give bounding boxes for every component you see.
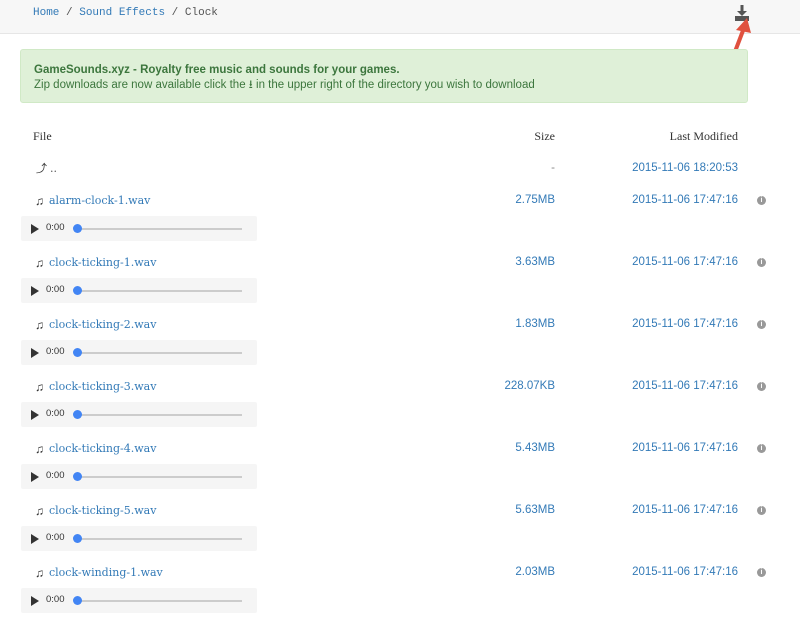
audio-time: 0:00 xyxy=(46,594,65,605)
music-note-icon: ♫ xyxy=(35,504,44,518)
music-note-icon: ♫ xyxy=(35,194,44,208)
parent-size: - xyxy=(551,162,555,174)
file-size: 228.07KB xyxy=(504,380,555,392)
audio-seek-bar[interactable] xyxy=(77,290,242,292)
audio-player: 0:00 xyxy=(21,588,257,613)
header-file[interactable]: File xyxy=(33,129,52,144)
info-icon[interactable]: i xyxy=(757,568,766,577)
audio-time: 0:00 xyxy=(46,470,65,481)
audio-seek-handle[interactable] xyxy=(73,410,82,419)
audio-seek-bar[interactable] xyxy=(77,476,242,478)
parent-directory-icon: ⤴ xyxy=(36,163,47,175)
audio-seek-handle[interactable] xyxy=(73,534,82,543)
alert-text-after: in the upper right of the directory you … xyxy=(256,79,535,91)
file-size: 5.63MB xyxy=(515,504,555,516)
audio-seek-handle[interactable] xyxy=(73,472,82,481)
audio-seek-bar[interactable] xyxy=(77,228,242,230)
file-modified: 2015-11-06 17:47:16 xyxy=(632,318,738,330)
file-link[interactable]: clock-ticking-1.wav xyxy=(49,256,156,269)
play-icon[interactable] xyxy=(31,472,39,482)
file-size: 3.63MB xyxy=(515,256,555,268)
play-icon[interactable] xyxy=(31,348,39,358)
breadcrumb: Home / Sound Effects / Clock xyxy=(33,7,218,19)
breadcrumb-home[interactable]: Home xyxy=(33,7,59,19)
audio-player: 0:00 xyxy=(21,402,257,427)
file-link[interactable]: clock-ticking-2.wav xyxy=(49,318,156,331)
download-icon: ⭳ xyxy=(248,79,253,91)
file-link[interactable]: clock-ticking-3.wav xyxy=(49,380,156,393)
breadcrumb-separator: / xyxy=(66,7,73,19)
file-link[interactable]: alarm-clock-1.wav xyxy=(49,194,150,207)
info-icon[interactable]: i xyxy=(757,320,766,329)
audio-seek-bar[interactable] xyxy=(77,600,242,602)
audio-seek-handle[interactable] xyxy=(73,348,82,357)
top-bar: Home / Sound Effects / Clock xyxy=(0,0,800,34)
file-link[interactable]: clock-ticking-5.wav xyxy=(49,504,156,517)
info-icon[interactable]: i xyxy=(757,196,766,205)
play-icon[interactable] xyxy=(31,596,39,606)
music-note-icon: ♫ xyxy=(35,380,44,394)
info-icon[interactable]: i xyxy=(757,444,766,453)
audio-player: 0:00 xyxy=(21,216,257,241)
file-link[interactable]: clock-winding-1.wav xyxy=(49,566,163,579)
file-size: 1.83MB xyxy=(515,318,555,330)
file-modified: 2015-11-06 17:47:16 xyxy=(632,442,738,454)
audio-time: 0:00 xyxy=(46,284,65,295)
info-icon[interactable]: i xyxy=(757,506,766,515)
file-modified: 2015-11-06 17:47:16 xyxy=(632,380,738,392)
breadcrumb-sound-effects[interactable]: Sound Effects xyxy=(79,7,165,19)
breadcrumb-current: Clock xyxy=(184,7,218,19)
music-note-icon: ♫ xyxy=(35,566,44,580)
audio-player: 0:00 xyxy=(21,278,257,303)
play-icon[interactable] xyxy=(31,286,39,296)
file-modified: 2015-11-06 17:47:16 xyxy=(632,256,738,268)
audio-seek-handle[interactable] xyxy=(73,224,82,233)
file-link[interactable]: clock-ticking-4.wav xyxy=(49,442,156,455)
audio-player: 0:00 xyxy=(21,340,257,365)
audio-seek-handle[interactable] xyxy=(73,596,82,605)
play-icon[interactable] xyxy=(31,534,39,544)
audio-time: 0:00 xyxy=(46,532,65,543)
music-note-icon: ♫ xyxy=(35,256,44,270)
play-icon[interactable] xyxy=(31,224,39,234)
music-note-icon: ♫ xyxy=(35,318,44,332)
breadcrumb-separator: / xyxy=(171,7,179,19)
info-icon[interactable]: i xyxy=(757,258,766,267)
audio-seek-bar[interactable] xyxy=(77,538,242,540)
music-note-icon: ♫ xyxy=(35,442,44,456)
parent-link[interactable]: .. xyxy=(50,162,57,175)
parent-modified: 2015-11-06 18:20:53 xyxy=(632,162,738,174)
audio-seek-bar[interactable] xyxy=(77,414,242,416)
file-size: 5.43MB xyxy=(515,442,555,454)
file-modified: 2015-11-06 17:47:16 xyxy=(632,566,738,578)
audio-player: 0:00 xyxy=(21,464,257,489)
audio-seek-bar[interactable] xyxy=(77,352,242,354)
alert-title: GameSounds.xyz - Royalty free music and … xyxy=(34,64,400,76)
audio-time: 0:00 xyxy=(46,408,65,419)
file-modified: 2015-11-06 17:47:16 xyxy=(632,194,738,206)
audio-seek-handle[interactable] xyxy=(73,286,82,295)
audio-time: 0:00 xyxy=(46,222,65,233)
alert-text-before: Zip downloads are now available click th… xyxy=(34,79,246,91)
info-alert: GameSounds.xyz - Royalty free music and … xyxy=(20,49,748,103)
audio-time: 0:00 xyxy=(46,346,65,357)
play-icon[interactable] xyxy=(31,410,39,420)
file-modified: 2015-11-06 17:47:16 xyxy=(632,504,738,516)
audio-player: 0:00 xyxy=(21,526,257,551)
file-size: 2.03MB xyxy=(515,566,555,578)
header-size[interactable]: Size xyxy=(534,129,555,144)
file-size: 2.75MB xyxy=(515,194,555,206)
info-icon[interactable]: i xyxy=(757,382,766,391)
header-last-modified[interactable]: Last Modified xyxy=(670,129,738,144)
